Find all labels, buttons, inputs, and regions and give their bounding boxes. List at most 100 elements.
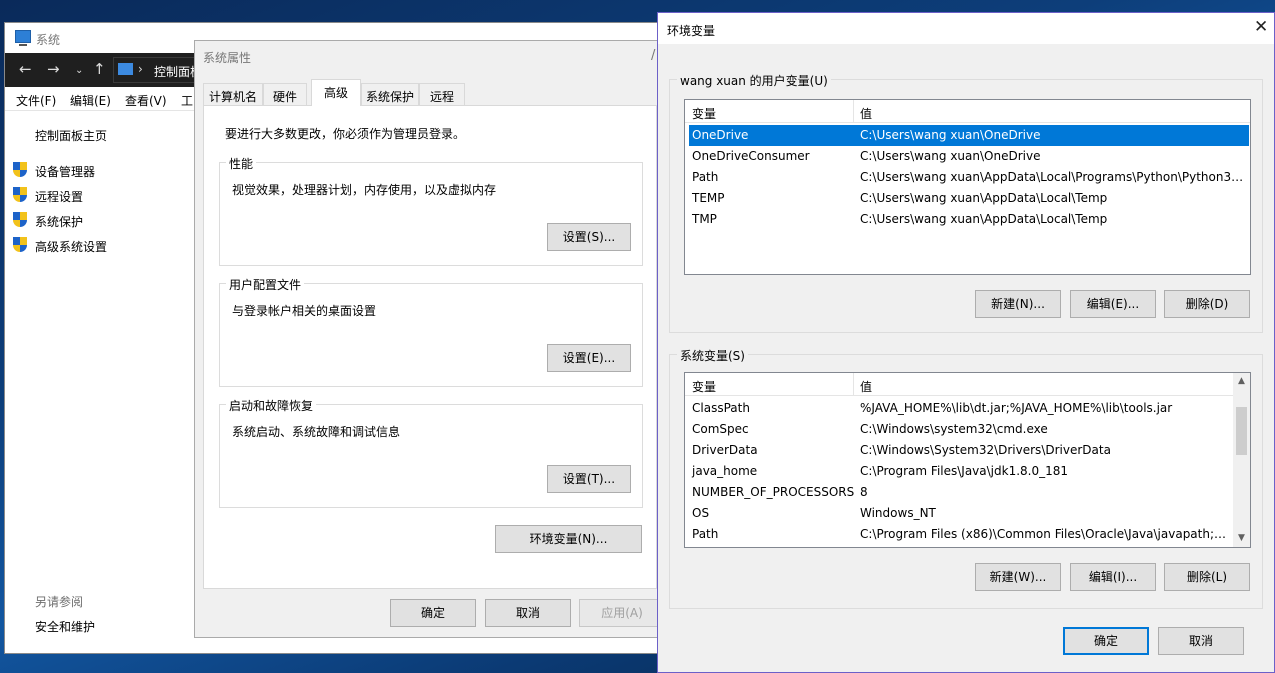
menu-tools[interactable]: 工 [181,92,193,109]
apply-button[interactable]: 应用(A) [579,599,665,627]
table-row[interactable]: OneDrive C:\Users\wang xuan\OneDrive [689,125,1249,146]
system-properties-title: 系统属性 [203,51,252,65]
variable-value: C:\Windows\System32\Drivers\DriverData [860,443,1111,457]
system-variables-group: 系统变量(S) 变量 值 ClassPath %JAVA_HOME%\lib\d… [669,347,1263,609]
system-new-button[interactable]: 新建(W)... [975,563,1061,591]
variable-name: DriverData [692,443,758,457]
column-divider[interactable] [853,373,854,396]
column-header-value[interactable]: 值 [860,378,872,395]
table-row[interactable]: OneDriveConsumer C:\Users\wang xuan\OneD… [689,146,1249,167]
remote-settings-link[interactable]: 远程设置 [35,188,83,205]
table-row[interactable]: TEMP C:\Users\wang xuan\AppData\Local\Te… [689,188,1249,209]
variable-value: C:\Users\wang xuan\OneDrive [860,128,1041,142]
env-ok-button[interactable]: 确定 [1063,627,1149,655]
startup-recovery-group: 启动和故障恢复 系统启动、系统故障和调试信息 设置(T)... [219,397,643,508]
env-cancel-button[interactable]: 取消 [1158,627,1244,655]
variable-name: NUMBER_OF_PROCESSORS [692,485,855,499]
vertical-scrollbar[interactable]: ▲ ▼ [1233,373,1250,547]
see-also-header: 另请参阅 [35,595,84,609]
environment-variables-button[interactable]: 环境变量(N)... [495,525,642,553]
security-maintenance-link[interactable]: 安全和维护 [35,618,95,635]
advanced-tab-panel: 要进行大多数更改，你必须作为管理员登录。 性能 视觉效果，处理器计划，内存使用，… [203,105,657,589]
variable-name: OneDriveConsumer [692,149,810,163]
variable-value: C:\Users\wang xuan\AppData\Local\Temp [860,212,1108,226]
variable-name: java_home [692,464,758,478]
user-edit-button[interactable]: 编辑(E)... [1070,290,1156,318]
user-profiles-desc: 与登录帐户相关的桌面设置 [232,304,377,318]
forward-arrow-icon[interactable]: → [47,61,60,77]
column-header-value[interactable]: 值 [860,105,872,122]
scroll-down-icon[interactable]: ▼ [1233,530,1250,547]
uac-shield-icon [13,212,27,227]
env-dialog-title: 环境变量 [667,24,716,38]
variable-value: %JAVA_HOME%\lib\dt.jar;%JAVA_HOME%\lib\t… [860,401,1173,415]
menu-edit[interactable]: 编辑(E) [70,92,111,109]
scroll-up-icon[interactable]: ▲ [1233,373,1250,390]
system-properties-dialog: 系统属性 / 计算机名 硬件 高级 系统保护 远程 要进行大多数更改，你必须作为… [194,40,665,638]
close-icon[interactable]: / [651,48,655,63]
menu-file[interactable]: 文件(F) [16,92,56,109]
performance-group: 性能 视觉效果，处理器计划，内存使用，以及虚拟内存 设置(S)... [219,155,643,266]
tab-advanced[interactable]: 高级 [311,79,361,106]
system-variables-list[interactable]: 变量 值 ClassPath %JAVA_HOME%\lib\dt.jar;%J… [684,372,1251,548]
variable-value: C:\Program Files (x86)\Common Files\Orac… [860,527,1230,541]
uac-shield-icon [13,187,27,202]
variable-name: ClassPath [692,401,750,415]
uac-shield-icon [13,237,27,252]
user-variables-title: wang xuan 的用户变量(U) [677,72,831,89]
variable-name: ComSpec [692,422,749,436]
user-variables-list[interactable]: 变量 值 OneDrive C:\Users\wang xuan\OneDriv… [684,99,1251,275]
performance-settings-button[interactable]: 设置(S)... [547,223,631,251]
table-row[interactable]: NUMBER_OF_PROCESSORS 8 [689,482,1234,503]
system-edit-button[interactable]: 编辑(I)... [1070,563,1156,591]
back-arrow-icon[interactable]: ← [19,61,32,77]
table-row[interactable]: OS Windows_NT [689,503,1234,524]
system-window-title: 系统 [36,33,61,47]
ok-button[interactable]: 确定 [390,599,476,627]
variable-value: Windows_NT [860,506,936,520]
column-header-variable[interactable]: 变量 [692,105,716,122]
close-icon[interactable]: ✕ [1254,19,1268,36]
table-row[interactable]: Path C:\Program Files (x86)\Common Files… [689,524,1234,545]
tab-hardware[interactable]: 硬件 [263,83,307,105]
computer-icon [118,63,133,75]
variable-name: OneDrive [692,128,749,142]
performance-desc: 视觉效果，处理器计划，内存使用，以及虚拟内存 [232,183,497,197]
column-divider[interactable] [853,100,854,123]
startup-recovery-settings-button[interactable]: 设置(T)... [547,465,631,493]
system-protection-link[interactable]: 系统保护 [35,213,83,230]
table-row[interactable]: DriverData C:\Windows\System32\Drivers\D… [689,440,1234,461]
user-profiles-title: 用户配置文件 [226,276,305,293]
tab-system-protection[interactable]: 系统保护 [361,83,419,105]
tab-remote[interactable]: 远程 [419,83,465,105]
variable-name: Path [692,527,719,541]
device-manager-link[interactable]: 设备管理器 [35,163,95,180]
variable-value: C:\Program Files\Java\jdk1.8.0_181 [860,464,1069,478]
dropdown-icon[interactable]: ⌄ [75,63,83,79]
control-panel-home-link[interactable]: 控制面板主页 [35,127,107,144]
variable-name: OS [692,506,710,520]
user-delete-button[interactable]: 删除(D) [1164,290,1250,318]
advanced-system-settings-link[interactable]: 高级系统设置 [35,238,107,255]
table-row[interactable]: ClassPath %JAVA_HOME%\lib\dt.jar;%JAVA_H… [689,398,1234,419]
table-row[interactable]: java_home C:\Program Files\Java\jdk1.8.0… [689,461,1234,482]
user-profiles-settings-button[interactable]: 设置(E)... [547,344,631,372]
table-row[interactable]: Path C:\Users\wang xuan\AppData\Local\Pr… [689,167,1249,188]
cancel-button[interactable]: 取消 [485,599,571,627]
system-delete-button[interactable]: 删除(L) [1164,563,1250,591]
tab-computer-name[interactable]: 计算机名 [203,83,263,105]
variable-name: TEMP [692,191,725,205]
scrollbar-thumb[interactable] [1236,407,1247,455]
user-variables-group: wang xuan 的用户变量(U) 变量 值 OneDrive C:\User… [669,72,1263,333]
menu-view[interactable]: 查看(V) [125,92,167,109]
startup-recovery-title: 启动和故障恢复 [226,397,317,414]
variable-value: 8 [860,485,868,499]
system-variables-title: 系统变量(S) [677,347,748,364]
up-arrow-icon[interactable]: ↑ [93,61,106,77]
table-row[interactable]: ComSpec C:\Windows\system32\cmd.exe [689,419,1234,440]
variable-value: C:\Users\wang xuan\OneDrive [860,149,1041,163]
table-row[interactable]: TMP C:\Users\wang xuan\AppData\Local\Tem… [689,209,1249,230]
user-new-button[interactable]: 新建(N)... [975,290,1061,318]
column-header-variable[interactable]: 变量 [692,378,716,395]
list-header: 变量 值 [685,373,1250,396]
